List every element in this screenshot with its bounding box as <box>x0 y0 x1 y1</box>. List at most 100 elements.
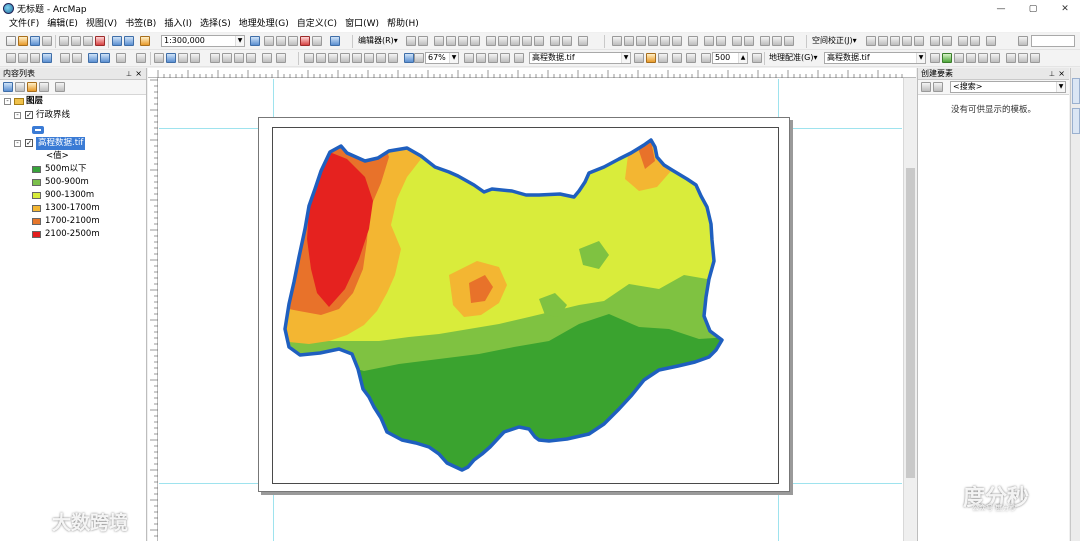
topology-icon-6[interactable] <box>672 36 682 46</box>
filter-templates-icon[interactable] <box>933 82 943 92</box>
select-by-dropdown-icon[interactable] <box>116 53 126 63</box>
effects-layer-icon[interactable] <box>514 53 524 63</box>
menu-insert[interactable]: 插入(I) <box>160 17 196 32</box>
toolbar-extra-combo[interactable] <box>1031 35 1075 47</box>
catalog-dock-tab[interactable] <box>1072 78 1080 104</box>
topology-icon-10[interactable] <box>732 36 742 46</box>
close-icon[interactable]: × <box>135 68 142 80</box>
limited-adjustment-icon[interactable] <box>930 36 940 46</box>
collapse-icon[interactable]: - <box>14 112 21 119</box>
end-point-arc-icon[interactable] <box>446 36 456 46</box>
georeferencing-menu[interactable]: 地理配准(G)▾ <box>769 52 817 64</box>
topology-icon-7[interactable] <box>688 36 698 46</box>
vertical-scrollbar[interactable] <box>903 78 916 541</box>
layout-toggle-icon[interactable] <box>276 53 286 63</box>
select-elements-icon[interactable] <box>866 36 876 46</box>
zoom-100-icon[interactable] <box>352 53 362 63</box>
legend-item[interactable]: 1300-1700m <box>32 202 142 215</box>
search-window-icon[interactable] <box>288 36 298 46</box>
new-displacement-link-icon[interactable] <box>878 36 888 46</box>
rotate-clockwise-icon[interactable] <box>1018 53 1028 63</box>
adjust-contrast-icon[interactable] <box>634 53 644 63</box>
toolbar-options-icon[interactable] <box>752 53 762 63</box>
boundary-symbol-row[interactable] <box>32 123 46 136</box>
legend-item[interactable]: 2100-2500m <box>32 228 142 241</box>
undo-icon[interactable] <box>112 36 122 46</box>
pin-icon[interactable]: ⊥ <box>1049 68 1055 80</box>
legend-item[interactable]: 500m以下 <box>32 163 142 176</box>
zoom-control-icon[interactable] <box>414 53 424 63</box>
rotate-georef-icon[interactable] <box>930 53 940 63</box>
layout-view[interactable] <box>148 68 916 541</box>
topology-icon-14[interactable] <box>784 36 794 46</box>
menu-geoprocessing[interactable]: 地理处理(G) <box>235 17 293 32</box>
select-elements-tool-icon[interactable] <box>154 53 164 63</box>
search-dock-tab[interactable] <box>1072 108 1080 134</box>
legend-item[interactable]: 900-1300m <box>32 189 142 202</box>
data-driven-pages-icon[interactable] <box>500 53 510 63</box>
adjust-transparency-icon[interactable] <box>658 53 668 63</box>
swipe-icon[interactable] <box>672 53 682 63</box>
view-link-table-icon[interactable] <box>958 36 968 46</box>
menu-file[interactable]: 文件(F) <box>5 17 43 32</box>
layout-zoom-combo[interactable]: 67% ▼ <box>425 52 459 64</box>
straight-segment-icon[interactable] <box>434 36 444 46</box>
attribute-transfer-icon[interactable] <box>986 36 996 46</box>
adjust-brightness-icon[interactable] <box>646 53 656 63</box>
paste-icon[interactable] <box>83 36 93 46</box>
catalog-window-icon[interactable] <box>276 36 286 46</box>
scrollbar-thumb[interactable] <box>906 168 915 478</box>
layer-visibility-checkbox[interactable]: ✓ <box>25 111 33 119</box>
topology-icon-4[interactable] <box>648 36 658 46</box>
time-slider-icon[interactable] <box>246 53 256 63</box>
menu-windows[interactable]: 窗口(W) <box>341 17 383 32</box>
attributes-icon[interactable] <box>550 36 560 46</box>
zoom-out-icon[interactable] <box>18 53 28 63</box>
new-document-icon[interactable] <box>6 36 16 46</box>
maximize-button[interactable]: ▢ <box>1018 0 1048 17</box>
sketch-properties-icon[interactable] <box>562 36 572 46</box>
full-extent-icon[interactable] <box>42 53 52 63</box>
delete-icon[interactable] <box>95 36 105 46</box>
flip-icon[interactable] <box>1030 53 1040 63</box>
viewer-icon[interactable] <box>1006 53 1016 63</box>
list-by-selection-icon[interactable] <box>39 82 49 92</box>
zoom-in-icon[interactable] <box>6 53 16 63</box>
close-icon[interactable]: × <box>1058 68 1065 80</box>
layout-pan-icon[interactable] <box>328 53 338 63</box>
cut-icon[interactable] <box>59 36 69 46</box>
editor-menu[interactable]: 编辑器(R)▾ <box>358 35 398 47</box>
list-by-source-icon[interactable] <box>15 82 25 92</box>
menu-edit[interactable]: 编辑(E) <box>43 17 82 32</box>
pin-icon[interactable]: ⊥ <box>126 68 132 80</box>
edit-vertices-icon[interactable] <box>486 36 496 46</box>
toggle-draft-mode-icon[interactable] <box>464 53 474 63</box>
menu-view[interactable]: 视图(V) <box>82 17 121 32</box>
modify-link-icon[interactable] <box>890 36 900 46</box>
menu-customize[interactable]: 自定义(C) <box>293 17 341 32</box>
arctoolbox-icon[interactable] <box>300 36 310 46</box>
topology-icon-5[interactable] <box>660 36 670 46</box>
go-forward-icon[interactable] <box>100 53 110 63</box>
change-layout-icon[interactable] <box>488 53 498 63</box>
flicker-rate-icon[interactable] <box>701 53 711 63</box>
multi-displacement-icon[interactable] <box>902 36 912 46</box>
topology-icon-2[interactable] <box>624 36 634 46</box>
adjustment-preview-icon[interactable] <box>970 36 980 46</box>
zoom-whole-page-icon[interactable] <box>340 53 350 63</box>
template-search-box[interactable]: <搜索> ▼ <box>950 81 1066 93</box>
pan-icon[interactable] <box>30 53 40 63</box>
html-popup-icon[interactable] <box>190 53 200 63</box>
find-route-icon[interactable] <box>222 53 232 63</box>
layout-back-icon[interactable] <box>388 53 398 63</box>
save-icon[interactable] <box>30 36 40 46</box>
fixed-zoom-out-icon[interactable] <box>72 53 82 63</box>
layout-canvas[interactable] <box>159 79 902 541</box>
edit-annotation-icon[interactable] <box>418 36 428 46</box>
create-viewer-window-icon[interactable] <box>262 53 272 63</box>
add-control-points-icon[interactable] <box>966 53 976 63</box>
flicker-icon[interactable] <box>686 53 696 63</box>
identify-icon[interactable] <box>166 53 176 63</box>
legend-item[interactable]: 1700-2100m <box>32 215 142 228</box>
copy-icon[interactable] <box>71 36 81 46</box>
